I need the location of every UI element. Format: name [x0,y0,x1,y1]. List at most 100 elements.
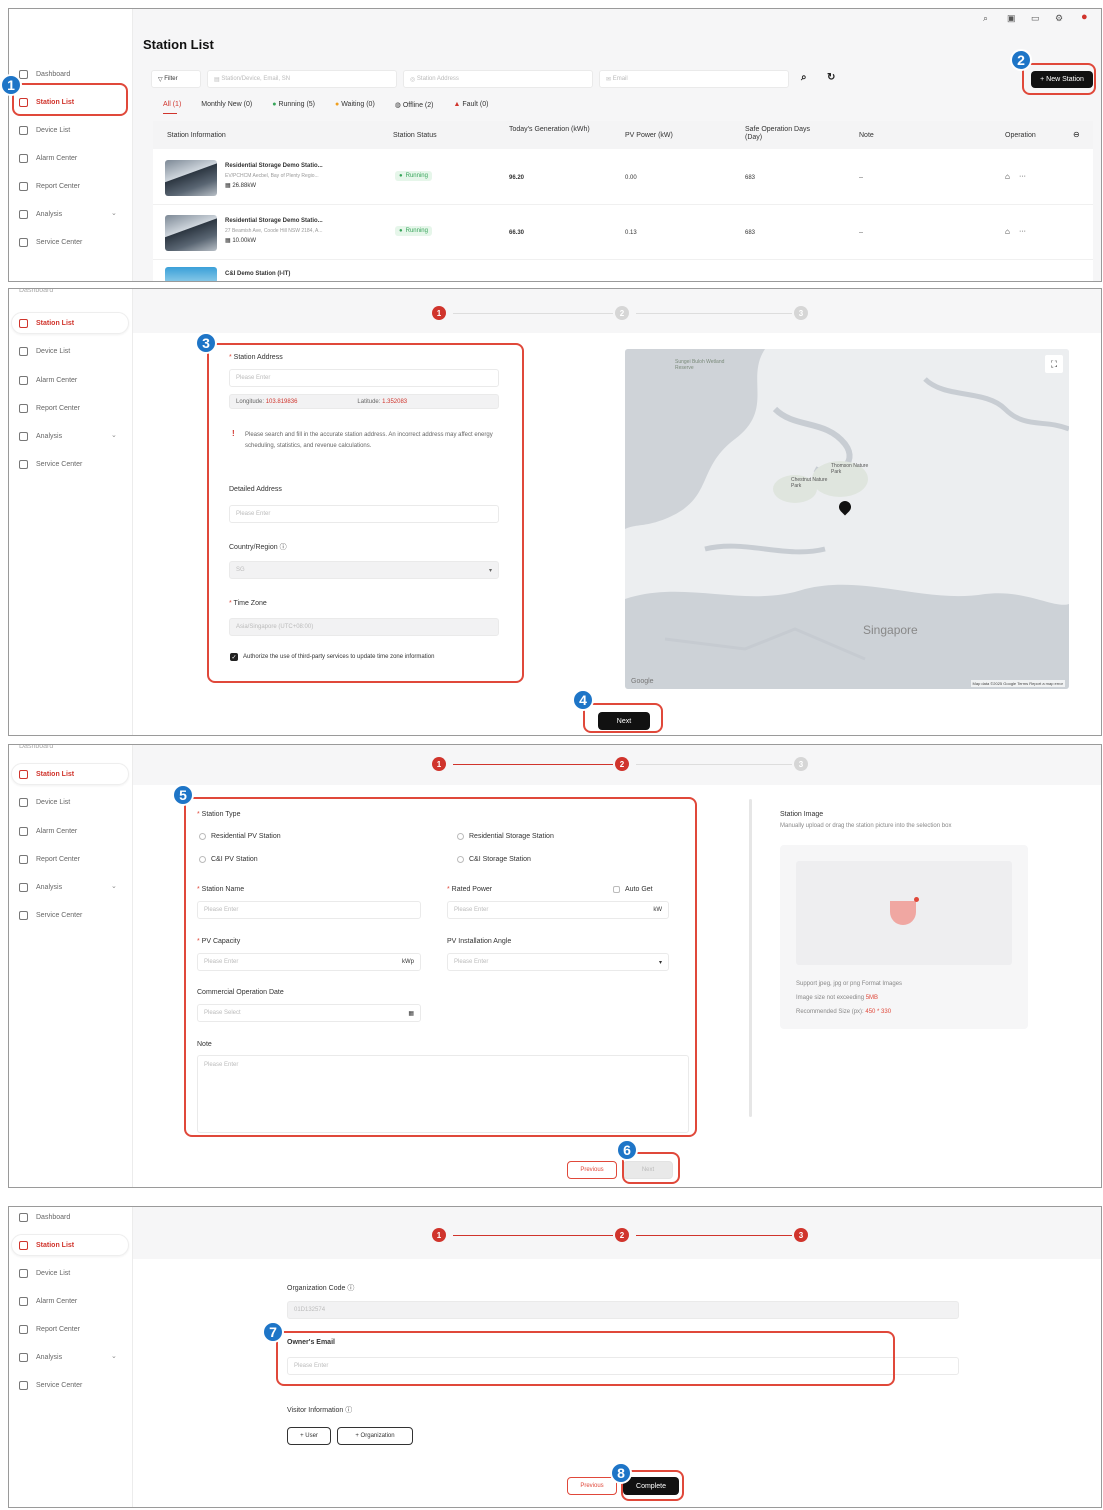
tab-all[interactable]: All (1) [163,101,181,109]
image-upload-box[interactable]: Support jpeg, jpg or png Format Images I… [780,845,1028,1029]
table-header [153,121,1093,149]
sidebar-item-dashboard[interactable]: Dashboard [19,67,70,81]
step-header: 1 2 3 [133,745,1101,785]
dashboard-icon [19,69,28,79]
sidebar-item-report-center[interactable]: Report Center [19,401,80,415]
search-icon[interactable]: ⌕ [801,72,807,83]
sidebar-item-report-center[interactable]: Report Center [19,1322,80,1336]
main-area: ⌕ ▣ ▭ ⚙ ● Station List ▽ Filter ▤ Statio… [133,9,1101,281]
add-user-button[interactable]: + User [287,1427,331,1445]
sidebar-item-dashboard[interactable]: Dashboard [19,1210,70,1224]
home-icon [19,1240,28,1250]
tab-monthly-new[interactable]: Monthly New (0) [201,101,252,109]
sidebar-item-analysis[interactable]: Analysis [19,880,62,894]
sidebar-item-station-list[interactable]: Station List [19,767,74,781]
station-list-callout [12,83,128,116]
help-icon[interactable]: ⓘ [347,1285,354,1292]
sidebar-item-station-list[interactable]: Station List [19,1238,74,1252]
sidebar-item-alarm-center[interactable]: Alarm Center [19,1294,77,1308]
sidebar-item-dashboard[interactable]: Dashboard [19,745,53,753]
map-footer: Map data ©2025 Google Terms Report a map… [970,680,1065,687]
filter-button[interactable]: ▽ Filter [151,70,201,88]
table-row[interactable]: Residential Storage Demo Statio... EV/PC… [153,151,1093,205]
step-badge: 2 [1010,49,1032,71]
sidebar-item-device-list[interactable]: Device List [19,344,70,358]
sidebar-item-analysis[interactable]: Analysis [19,429,62,443]
sidebar: Dashboard Station List Device List Alarm… [9,1207,133,1507]
sidebar-item-station-list[interactable]: Station List [19,316,74,330]
sidebar-item-service-center[interactable]: Service Center [19,908,82,922]
sidebar-item-report-center[interactable]: Report Center [19,179,80,193]
filter-bar: ▽ Filter ▤ Station/Device, Email, SN ◎ S… [151,67,1091,91]
status-badge: ● Running [395,171,432,181]
search-small-icon: ▤ [214,76,222,83]
sidebar-item-analysis[interactable]: Analysis [19,207,62,221]
home-icon[interactable]: ⌂ [1005,227,1010,236]
sidebar-item-alarm-center[interactable]: Alarm Center [19,824,77,838]
step-header: 1 2 3 [133,289,1101,333]
column-settings-icon[interactable]: ⊖ [1073,130,1080,139]
settings-icon[interactable]: ⚙ [1055,13,1063,24]
refresh-icon[interactable]: ↻ [827,72,835,83]
map-label: Chestnut Nature Park [791,477,828,489]
tab-offline[interactable]: ◍ Offline (2) [395,101,434,109]
map-city-label: Singapore [863,623,918,637]
upload-dropzone[interactable] [796,861,1012,965]
sidebar: Dashboard Station List Device List Alarm… [9,9,133,281]
tab-waiting[interactable]: ● Waiting (0) [335,101,375,109]
more-icon[interactable]: ··· [1019,228,1026,235]
sidebar-item-service-center[interactable]: Service Center [19,1378,82,1392]
step-badge: 8 [610,1462,632,1484]
sidebar-item-device-list[interactable]: Device List [19,1266,70,1280]
chevron-down-icon[interactable]: ⌄ [111,209,117,217]
email-search-input[interactable]: ✉ Email [599,70,789,88]
table-row[interactable]: Residential Storage Demo Statio... 27 Be… [153,206,1093,260]
table-row[interactable]: C&I Demo Station (I-IT) [153,261,1093,281]
sidebar-item-device-list[interactable]: Device List [19,795,70,809]
fullscreen-icon[interactable]: ⛶ [1045,355,1063,373]
sidebar-item-report-center[interactable]: Report Center [19,852,80,866]
address-form-callout [207,343,524,683]
previous-button[interactable]: Previous [567,1477,617,1495]
tab-fault[interactable]: ▲ Fault (0) [453,101,488,109]
form-scrollbar[interactable] [749,799,752,1117]
building-icon[interactable]: ▣ [1007,13,1016,24]
dashboard-icon [19,1212,28,1222]
device-search-input[interactable]: ▤ Station/Device, Email, SN [207,70,397,88]
add-organization-button[interactable]: + Organization [337,1427,413,1445]
sidebar-item-dashboard[interactable]: Dashboard [19,289,53,297]
report-icon [19,854,28,864]
device-icon [19,1268,28,1278]
chevron-down-icon[interactable]: ⌄ [111,882,117,890]
sidebar-item-device-list[interactable]: Device List [19,123,70,137]
tab-underline [163,113,177,114]
search-icon[interactable]: ⌕ [983,13,988,24]
previous-button[interactable]: Previous [567,1161,617,1179]
sidebar-item-service-center[interactable]: Service Center [19,235,82,249]
sidebar-item-alarm-center[interactable]: Alarm Center [19,373,77,387]
station-list-panel: Dashboard Station List Device List Alarm… [8,8,1102,282]
location-map[interactable]: ⛶ Sungei Buloh Wetland Reserve Thomson N… [625,349,1069,689]
chat-icon[interactable]: ▭ [1031,13,1040,24]
address-search-input[interactable]: ◎ Station Address [403,70,593,88]
sidebar-item-analysis[interactable]: Analysis [19,1350,62,1364]
home-icon [19,769,28,779]
sidebar-item-alarm-center[interactable]: Alarm Center [19,151,77,165]
sidebar-item-service-center[interactable]: Service Center [19,457,82,471]
owner-email-callout [276,1331,895,1386]
chevron-down-icon[interactable]: ⌄ [111,431,117,439]
tab-running[interactable]: ● Running (5) [272,101,315,109]
station-table: Station Information Station Status Today… [153,121,1093,281]
mail-icon: ✉ [606,76,613,83]
more-icon[interactable]: ··· [1019,173,1026,180]
report-icon [19,403,28,413]
help-icon[interactable]: ⓘ [345,1407,352,1414]
new-station-callout [1022,63,1096,95]
offline-icon: ◍ [394,102,401,109]
home-icon[interactable]: ⌂ [1005,172,1010,181]
sidebar: Dashboard Station List Device List Alarm… [9,745,133,1187]
avatar[interactable]: ● [1081,11,1088,23]
step-badge: 3 [195,332,217,354]
step-header: 1 2 3 [133,1207,1101,1259]
chevron-down-icon[interactable]: ⌄ [111,1352,117,1360]
